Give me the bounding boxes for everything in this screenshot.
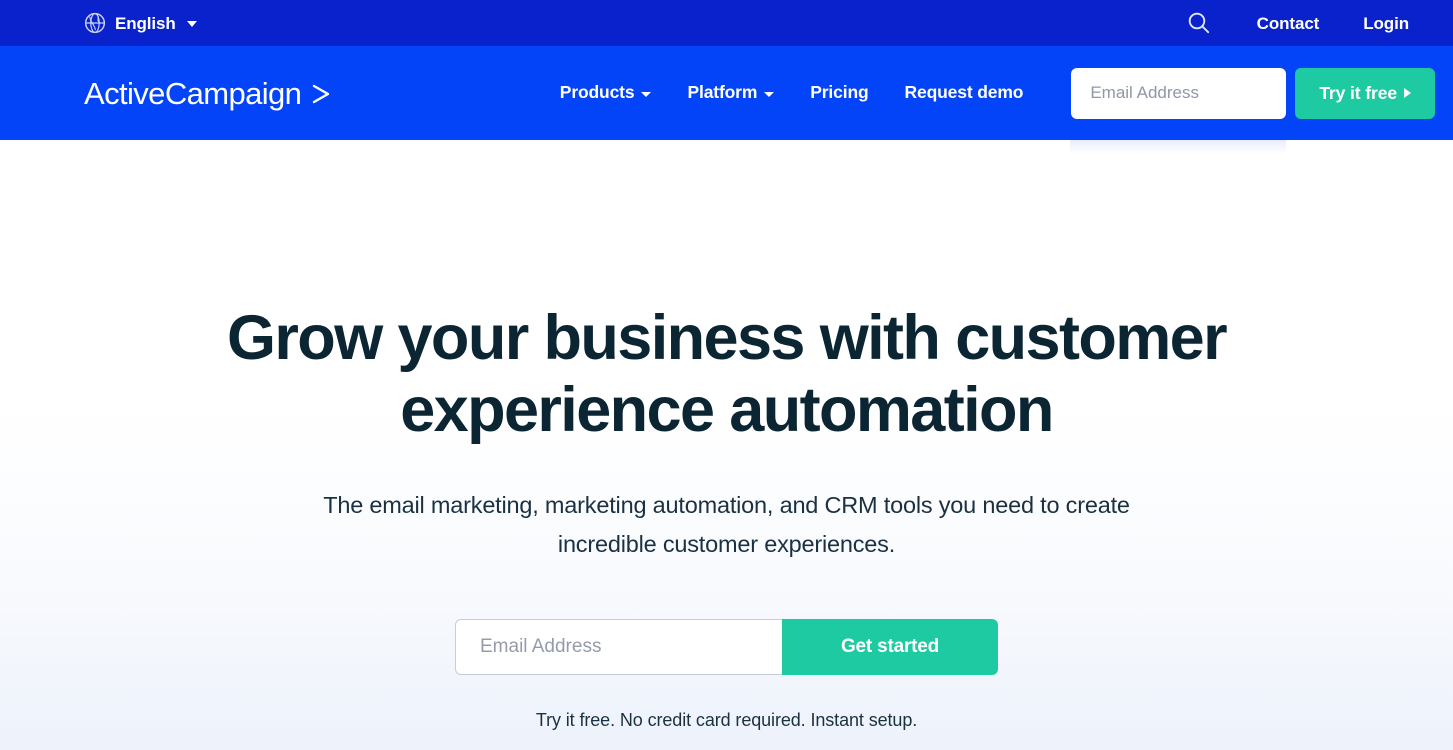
nav-email-input[interactable] xyxy=(1071,67,1287,119)
nav-item-request-demo-label: Request demo xyxy=(904,82,1024,103)
hero-fine-print: Try it free. No credit card required. In… xyxy=(535,709,918,730)
activecampaign-logo[interactable]: ActiveCampaign xyxy=(84,78,333,109)
login-link[interactable]: Login xyxy=(1363,15,1409,32)
triangle-right-icon xyxy=(1404,88,1411,98)
hero-heading: Grow your business with customer experie… xyxy=(226,303,1228,445)
nav-item-products-label: Products xyxy=(559,82,635,103)
chevron-right-logo-icon xyxy=(313,84,330,104)
nav-links-group: Products Platform Pricing Request demo T… xyxy=(560,67,1435,119)
main-navigation-bar: ActiveCampaign Products Platform Pricing… xyxy=(0,46,1453,140)
nav-item-platform[interactable]: Platform xyxy=(687,82,775,103)
globe-icon xyxy=(84,12,106,34)
contact-link[interactable]: Contact xyxy=(1257,15,1320,32)
nav-item-pricing[interactable]: Pricing xyxy=(810,84,868,102)
try-it-free-button[interactable]: Try it free xyxy=(1295,67,1435,119)
top-bar-right-group: Contact Login xyxy=(1186,10,1409,36)
top-utility-bar: English Contact Login xyxy=(0,0,1453,46)
search-icon[interactable] xyxy=(1186,10,1212,36)
hero-email-input[interactable] xyxy=(455,618,782,675)
chevron-down-icon xyxy=(186,21,197,27)
nav-item-platform-label: Platform xyxy=(687,82,758,103)
nav-signup-form: Try it free xyxy=(1071,67,1435,119)
try-it-free-label: Try it free xyxy=(1319,82,1397,103)
nav-item-request-demo[interactable]: Request demo xyxy=(905,84,1024,102)
nav-item-products[interactable]: Products xyxy=(560,84,652,102)
nav-item-pricing-label: Pricing xyxy=(810,82,869,103)
get-started-button[interactable]: Get started xyxy=(782,618,998,675)
language-selector[interactable]: English xyxy=(84,12,197,34)
hero-signup-form: Get started xyxy=(455,618,998,675)
language-label: English xyxy=(115,13,176,33)
hero-subheading: The email marketing, marketing automatio… xyxy=(323,491,1130,558)
chevron-down-icon xyxy=(641,92,652,97)
hero-section: Grow your business with customer experie… xyxy=(0,140,1453,750)
logo-wordmark: ActiveCampaign xyxy=(84,75,302,111)
chevron-down-icon xyxy=(764,92,775,97)
